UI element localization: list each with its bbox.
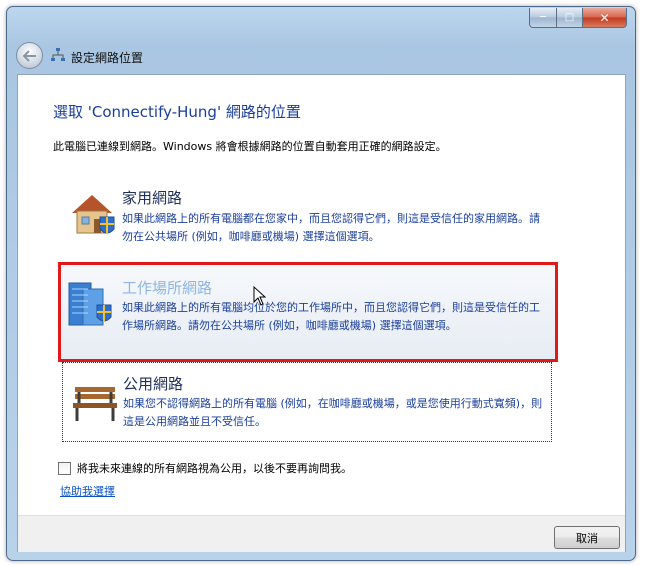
option-title: 工作場所網路	[122, 279, 213, 297]
page-title: 選取 'Connectify-Hung' 網路的位置	[53, 103, 301, 121]
option-public-network[interactable]: 公用網路 如果您不認得網路上的所有電腦 (例如，在咖啡廳或機場，或是您使用行動式…	[62, 362, 552, 442]
option-work-network[interactable]: 工作場所網路 如果此網路上的所有電腦均位於您的工作場所中，而且您認得它們，則這是…	[58, 262, 558, 362]
help-me-choose-link[interactable]: 協助我選擇	[60, 483, 115, 499]
network-icon	[51, 48, 65, 61]
close-button[interactable]: ✕	[583, 8, 627, 28]
home-network-icon	[72, 195, 115, 234]
public-network-icon	[73, 387, 117, 421]
window-controls: ─ □ ✕	[529, 8, 627, 28]
minimize-icon: ─	[539, 12, 547, 23]
mouse-cursor-icon	[253, 286, 267, 306]
maximize-icon: □	[564, 12, 575, 23]
option-description: 如果此網路上的所有電腦均位於您的工作場所中，而且您認得它們，則這是受信任的工作場…	[122, 301, 540, 332]
option-title: 公用網路	[123, 375, 184, 393]
page-description: 此電腦已連線到網路。Windows 將會根據網路的位置自動套用正確的網路設定。	[53, 140, 447, 153]
option-description: 如果此網路上的所有電腦都在您家中，而且您認得它們，則這是受信任的家用網路。請勿在…	[122, 212, 540, 243]
title-bar: ─ □ ✕ 設定網路位置	[7, 7, 635, 73]
treat-as-public-row: 將我未來連線的所有網路視為公用，以後不要再詢問我。	[58, 460, 352, 476]
work-network-icon	[68, 282, 112, 326]
option-home-network[interactable]: 家用網路 如果此網路上的所有電腦都在您家中，而且您認得它們，則這是受信任的家用網…	[62, 175, 550, 255]
cancel-button[interactable]: 取消	[554, 526, 620, 549]
treat-as-public-checkbox[interactable]	[58, 461, 71, 475]
footer: 取消	[18, 515, 625, 552]
checkbox-label[interactable]: 將我未來連線的所有網路視為公用，以後不要再詢問我。	[77, 460, 352, 476]
close-icon: ✕	[599, 10, 610, 25]
minimize-button[interactable]: ─	[529, 8, 557, 28]
maximize-button[interactable]: □	[557, 8, 583, 28]
option-description: 如果您不認得網路上的所有電腦 (例如，在咖啡廳或機場，或是您使用行動式寬頻)，則…	[123, 397, 543, 428]
back-arrow-icon	[22, 49, 36, 62]
dialog-window: ─ □ ✕ 設定網路位置 選取 'Connectify-Hung' 網路的位置 …	[6, 6, 636, 561]
option-title: 家用網路	[122, 189, 183, 207]
window-title: 設定網路位置	[71, 51, 144, 65]
back-button[interactable]	[16, 42, 43, 69]
content-panel: 選取 'Connectify-Hung' 網路的位置 此電腦已連線到網路。Win…	[17, 74, 626, 552]
